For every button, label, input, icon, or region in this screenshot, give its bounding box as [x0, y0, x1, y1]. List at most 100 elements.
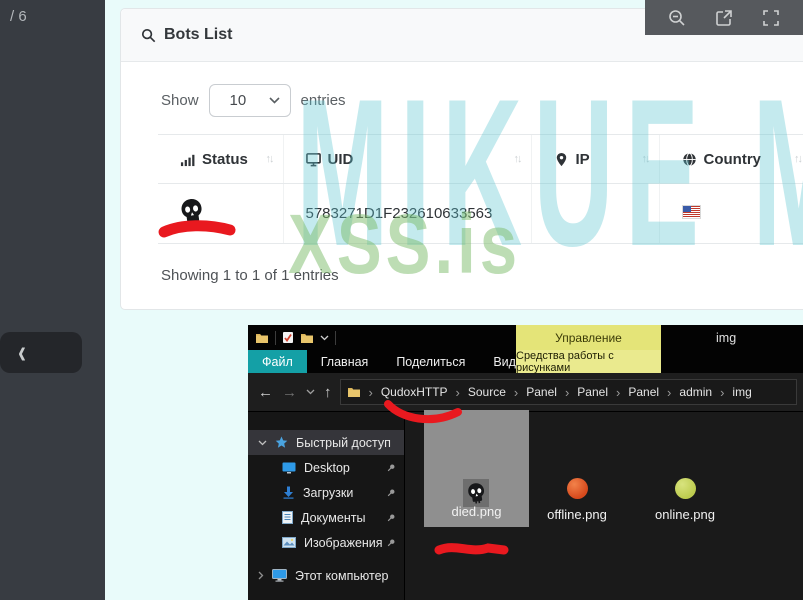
viewer-page-indicator: / 6 [10, 8, 27, 25]
sidebar-item-label: Этот компьютер [295, 568, 389, 583]
file-item-died[interactable]: died.png [424, 410, 529, 527]
sidebar-item-clipped[interactable]: Сеть [248, 594, 404, 600]
customize-toolbar-chevron-icon[interactable] [320, 335, 329, 341]
navigation-pane: Быстрый доступ Desktop Загрузки Документ… [248, 412, 405, 600]
sidebar-item-label: Загрузки [303, 485, 354, 500]
tab-share[interactable]: Поделиться [382, 350, 479, 373]
file-item-offline[interactable]: offline.png [537, 478, 617, 522]
pin-icon[interactable] [386, 488, 396, 498]
breadcrumb-item[interactable]: QudoxHTTP [381, 385, 448, 399]
tab-file[interactable]: Файл [248, 350, 307, 373]
download-arrow-icon [283, 486, 294, 499]
pagesize-value: 10 [229, 92, 247, 109]
breadcrumb-separator: › [513, 384, 519, 400]
monitor-icon [282, 462, 296, 473]
column-header-status[interactable]: Status [158, 134, 283, 184]
breadcrumb-item[interactable]: Panel [526, 385, 557, 399]
toolbar-divider [275, 330, 276, 345]
open-external-icon[interactable] [714, 8, 734, 28]
bots-table: Status UID IP [158, 134, 803, 244]
breadcrumb-separator: › [368, 384, 373, 400]
screenshot-root: / 6 ‹ Bots List Show 10 entries Status ↑… [0, 0, 803, 600]
new-folder-icon[interactable] [300, 332, 314, 344]
green-circle-icon [674, 478, 696, 499]
toolbar-divider [335, 330, 336, 345]
folder-icon [347, 388, 360, 397]
us-flag-icon [681, 204, 701, 219]
sort-icon [266, 153, 273, 165]
chevron-down-icon[interactable] [258, 440, 267, 446]
breadcrumb-item[interactable]: Panel [577, 385, 608, 399]
sidebar-item-this-pc[interactable]: Этот компьютер [248, 563, 404, 588]
picture-icon [282, 537, 296, 548]
sidebar-item-pictures[interactable]: Изображения [248, 530, 404, 555]
pagesize-select[interactable]: 10 [208, 84, 291, 117]
recent-locations-chevron-icon[interactable] [306, 389, 315, 395]
signal-bars-icon [180, 154, 195, 166]
pin-icon[interactable] [386, 538, 396, 548]
properties-check-icon[interactable] [282, 331, 294, 344]
breadcrumb-item[interactable]: Source [468, 385, 506, 399]
column-label: IP [575, 150, 590, 168]
sidebar-item-documents[interactable]: Документы [248, 505, 404, 530]
chevron-right-icon[interactable] [258, 571, 264, 580]
nav-buttons: ← → ↑ [248, 384, 340, 401]
window-title: img [716, 330, 737, 345]
search-icon [141, 28, 156, 42]
ribbon-tabs: Файл Главная Поделиться Вид Средства раб… [248, 350, 803, 374]
computer-icon [272, 569, 287, 582]
sidebar-item-label: Desktop [304, 460, 350, 475]
show-label: Show [161, 92, 199, 109]
country-cell [658, 183, 803, 244]
entries-label: entries [300, 92, 346, 109]
breadcrumb[interactable]: › QudoxHTTP › Source › Panel › Panel › P… [339, 379, 797, 405]
breadcrumb-item[interactable]: admin [679, 385, 712, 399]
sort-icon [642, 153, 649, 165]
file-explorer-window: Управление img Файл Главная Поделиться В… [248, 325, 803, 600]
breadcrumb-item[interactable]: Panel [628, 385, 659, 399]
pagesize-controls: Show 10 entries [161, 84, 346, 117]
sidebar-item-label: Изображения [304, 535, 383, 550]
pin-icon[interactable] [386, 513, 396, 523]
table-row[interactable]: 5783271D1F232610633563 [158, 183, 803, 244]
zoom-out-icon[interactable] [667, 8, 687, 28]
sort-icon [794, 153, 801, 165]
fullscreen-icon[interactable] [761, 8, 781, 28]
died-thumbnail [463, 479, 489, 507]
sort-icon [514, 153, 521, 165]
breadcrumb-separator: › [455, 384, 460, 400]
table-header-row: Status UID IP [158, 134, 803, 184]
breadcrumb-separator: › [616, 384, 621, 400]
tab-picture-tools[interactable]: Средства работы с рисунками [516, 350, 661, 374]
up-icon[interactable]: ↑ [324, 384, 332, 401]
chevron-left-icon: ‹ [18, 332, 26, 371]
globe-icon [682, 152, 696, 166]
bots-list-card: Bots List Show 10 entries Status ↑↓ UID … [120, 8, 803, 310]
back-icon[interactable]: ← [258, 384, 273, 401]
ip-cell [530, 183, 659, 244]
file-item-online[interactable]: online.png [645, 478, 725, 522]
folder-icon[interactable] [255, 332, 269, 344]
viewer-toolbar [645, 0, 803, 35]
pin-icon[interactable] [386, 463, 396, 473]
sidebar-item-desktop[interactable]: Desktop [248, 455, 404, 480]
previous-image-button[interactable]: ‹ [0, 332, 82, 373]
forward-icon[interactable]: → [282, 384, 297, 401]
tab-home[interactable]: Главная [307, 350, 383, 373]
sidebar-item-quick-access[interactable]: Быстрый доступ [248, 430, 404, 455]
skull-icon [467, 482, 484, 504]
explorer-titlebar: Управление img [248, 325, 803, 350]
status-cell [158, 183, 283, 244]
uid-cell: 5783271D1F232610633563 [282, 183, 531, 244]
column-header-uid[interactable]: UID [282, 134, 531, 184]
breadcrumb-item[interactable]: img [732, 385, 751, 399]
column-header-ip[interactable]: IP [530, 134, 659, 184]
column-header-country[interactable]: Country [658, 134, 803, 184]
column-label: UID [327, 150, 354, 168]
sidebar-item-label: Быстрый доступ [296, 435, 391, 450]
column-label: Status [202, 150, 248, 168]
sidebar-item-downloads[interactable]: Загрузки [248, 480, 404, 505]
file-name: died.png [451, 504, 502, 519]
table-summary: Showing 1 to 1 of 1 entries [161, 267, 339, 284]
skull-icon [181, 198, 202, 225]
